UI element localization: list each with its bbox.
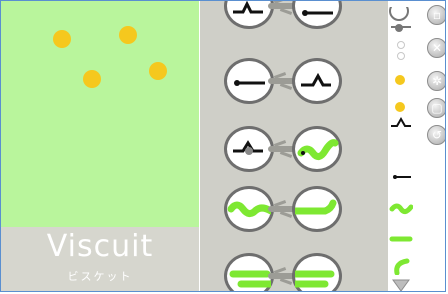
black-line-icon: [393, 175, 411, 179]
green-worm-icon: [295, 270, 335, 288]
black-wave-gray-icon: [233, 140, 263, 155]
black-wave-icon: [233, 1, 263, 14]
black-wave-icon: [391, 116, 411, 127]
palette-item[interactable]: [389, 97, 411, 113]
black-wave-icon: [301, 72, 331, 87]
triangle-icon: [392, 279, 410, 291]
green-worm-icon: [389, 203, 414, 215]
square-icon[interactable]: ▢: [427, 98, 445, 118]
rule-glasses[interactable]: [224, 126, 342, 172]
app-title: Viscuit: [46, 229, 154, 264]
rule-glasses[interactable]: [224, 186, 342, 232]
rule-glasses[interactable]: [224, 253, 342, 291]
mini-dot-icon: [397, 41, 405, 49]
close-icon[interactable]: ✕: [427, 38, 445, 58]
rule-glasses[interactable]: [224, 58, 342, 104]
palette-item[interactable]: [389, 114, 411, 132]
yellow-dot[interactable]: [119, 26, 137, 44]
black-line-icon: [234, 80, 265, 86]
stop-icon[interactable]: ▫: [427, 5, 445, 25]
yellow-dot-icon: [395, 102, 405, 112]
palette-item[interactable]: [389, 199, 414, 215]
undo-icon[interactable]: ↺: [427, 125, 445, 145]
viscuit-window: Viscuit ビスケット ▫ ✕ ✲ ▢ ↺: [0, 0, 446, 292]
green-worm-icon: [389, 236, 413, 242]
app-subtitle: ビスケット: [67, 270, 133, 283]
green-worm-icon: [297, 139, 339, 160]
palette-item[interactable]: [389, 1, 411, 33]
rule-right-lens[interactable]: [292, 58, 342, 104]
rules-panel[interactable]: [200, 1, 388, 291]
palette-item[interactable]: [389, 71, 411, 87]
green-worm-partial-icon: [394, 258, 410, 276]
palette-item[interactable]: [389, 169, 411, 183]
glasses-part-icon: [389, 1, 411, 32]
green-worm-icon: [227, 201, 271, 218]
mini-dot-icon: [397, 52, 405, 60]
toolbar: ▫ ✕ ✲ ▢ ↺: [389, 1, 445, 291]
palette-item[interactable]: [389, 39, 411, 63]
palette-item[interactable]: [389, 231, 413, 247]
rule-left-lens[interactable]: [224, 186, 274, 232]
yellow-dot[interactable]: [53, 30, 71, 48]
stage-canvas[interactable]: [1, 1, 199, 227]
brand-area: Viscuit ビスケット: [1, 227, 199, 291]
gear-icon[interactable]: ✲: [427, 71, 445, 91]
yellow-dot[interactable]: [83, 70, 101, 88]
green-worm-icon: [295, 199, 337, 215]
black-line-icon: [302, 10, 333, 16]
rule-right-lens[interactable]: [292, 186, 342, 232]
yellow-dot-icon: [395, 75, 405, 85]
palette-item[interactable]: [389, 257, 411, 276]
rule-left-lens[interactable]: [224, 1, 274, 29]
rule-right-lens[interactable]: [292, 1, 342, 29]
rule-right-lens[interactable]: [292, 126, 342, 172]
yellow-dot[interactable]: [149, 62, 167, 80]
rule-glasses[interactable]: [224, 1, 342, 29]
rule-left-lens[interactable]: [224, 253, 274, 291]
green-worm-icon: [229, 270, 271, 288]
rule-right-lens[interactable]: [292, 253, 342, 291]
rule-left-lens[interactable]: [224, 126, 274, 172]
rule-left-lens[interactable]: [224, 58, 274, 104]
palette-item[interactable]: [389, 277, 411, 291]
